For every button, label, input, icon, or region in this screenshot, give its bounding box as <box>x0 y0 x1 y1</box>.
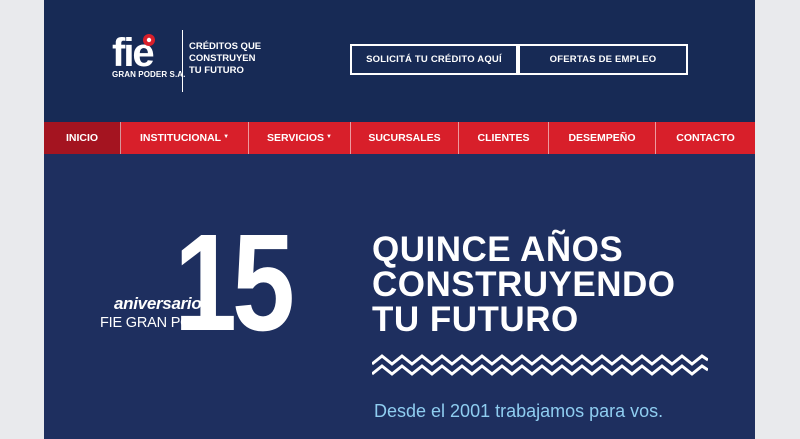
logo-subtitle: GRAN PODER S.A. <box>112 70 186 79</box>
anniversary-number: 15 <box>174 206 295 360</box>
nav-item-inicio[interactable]: INICIO <box>44 122 121 154</box>
nav-item-clientes[interactable]: CLIENTES <box>459 122 549 154</box>
logo-divider <box>182 30 183 92</box>
hero-headline: QUINCE AÑOS CONSTRUYENDO TU FUTURO <box>372 232 676 337</box>
job-offers-button[interactable]: OFERTAS DE EMPLEO <box>518 44 688 75</box>
fie-logo-mark: fie <box>112 31 155 70</box>
tagline-line-3: TU FUTURO <box>189 65 244 76</box>
nav-label: CLIENTES <box>477 132 530 144</box>
nav-item-institucional[interactable]: INSTITUCIONAL ▼ <box>121 122 249 154</box>
fie-logo[interactable]: fie GRAN PODER S.A. CRÉDITOS QUE CONSTRU… <box>112 30 262 94</box>
headline-line-1: QUINCE AÑOS <box>372 230 624 269</box>
hero-subline: Desde el 2001 trabajamos para vos. <box>374 401 664 421</box>
nav-label: INICIO <box>65 132 99 144</box>
anniversary-org: FIE GRAN PODER <box>100 315 222 331</box>
nav-item-servicios[interactable]: SERVICIOS ▼ <box>249 122 351 154</box>
nav-item-desempeno[interactable]: DESEMPEÑO <box>549 122 656 154</box>
anniversary-label: aniversario <box>114 294 202 313</box>
headline-line-3: TU FUTURO <box>372 300 579 339</box>
zigzag-divider <box>372 354 708 376</box>
hero-banner: 15 aniversario FIE GRAN PODER QUINCE AÑO… <box>44 154 755 439</box>
nav-label: SERVICIOS <box>267 132 325 144</box>
nav-item-sucursales[interactable]: SUCURSALES <box>351 122 459 154</box>
request-credit-button[interactable]: SOLICITÁ TU CRÉDITO AQUÍ <box>350 44 518 75</box>
nav-item-contacto[interactable]: CONTACTO <box>656 122 755 154</box>
site-header: fie GRAN PODER S.A. CRÉDITOS QUE CONSTRU… <box>44 0 755 122</box>
tagline-line-2: CONSTRUYEN <box>189 53 256 64</box>
caret-down-icon: ▼ <box>326 134 332 140</box>
nav-label: INSTITUCIONAL <box>139 132 222 144</box>
caret-down-icon: ▼ <box>223 134 230 140</box>
main-nav: INICIO INSTITUCIONAL ▼ SERVICIOS ▼ SUCURSA… <box>44 122 755 154</box>
nav-label: DESEMPEÑO <box>568 132 636 144</box>
nav-label: CONTACTO <box>676 132 735 144</box>
nav-label: SUCURSALES <box>368 132 441 144</box>
headline-line-2: CONSTRUYENDO <box>372 265 676 304</box>
tagline-line-1: CRÉDITOS QUE <box>189 41 262 52</box>
logo-tagline: CRÉDITOS QUE CONSTRUYEN TU FUTURO <box>189 41 261 77</box>
page: fie GRAN PODER S.A. CRÉDITOS QUE CONSTRU… <box>44 0 755 439</box>
